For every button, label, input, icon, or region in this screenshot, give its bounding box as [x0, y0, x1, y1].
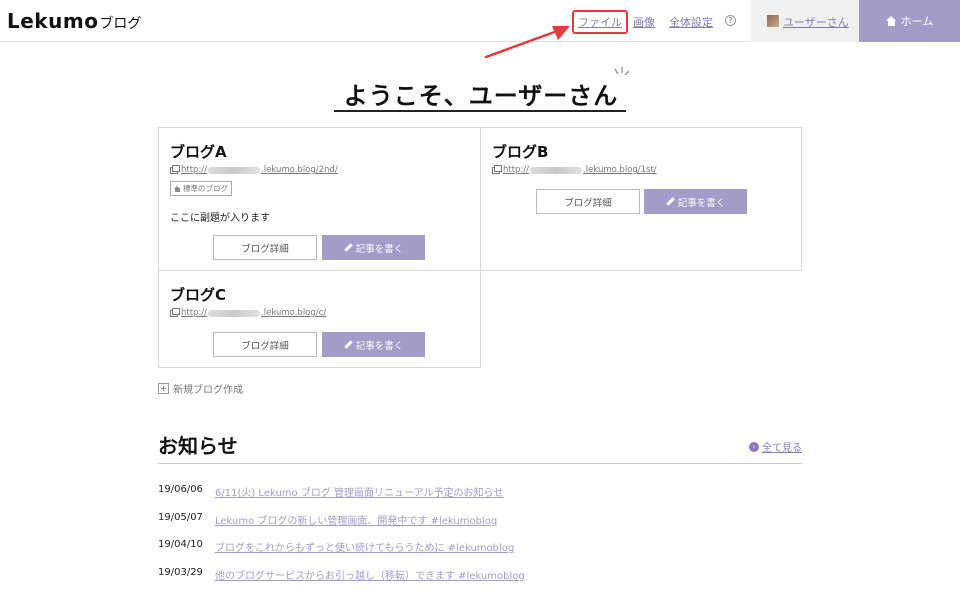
blurred-subdomain — [530, 166, 583, 174]
news-item: 19/03/29 他のブログサービスからお引っ越し（移転）できます #lekum… — [158, 567, 525, 582]
news-title-link[interactable]: ブログをこれからもずっと使い続けてもらうために #lekumoblog — [215, 539, 514, 554]
write-post-button[interactable]: 記事を書く — [322, 332, 425, 357]
home-label: ホーム — [900, 15, 934, 28]
blog-detail-button[interactable]: ブログ詳細 — [536, 189, 640, 214]
blog-title: ブログB — [492, 143, 549, 161]
logo-brand: Lekumo — [7, 9, 99, 33]
write-post-button[interactable]: 記事を書く — [644, 189, 747, 214]
news-date: 19/03/29 — [158, 567, 203, 578]
write-post-button[interactable]: 記事を書く — [322, 235, 425, 260]
logo-sub: ブログ — [99, 16, 142, 32]
new-blog-link[interactable]: 新規ブログ作成 — [158, 381, 243, 396]
logo[interactable]: Lekumoブログ — [7, 9, 141, 33]
blog-detail-button[interactable]: ブログ詳細 — [213, 332, 317, 357]
plus-icon — [158, 383, 169, 394]
home-button[interactable]: ホーム — [859, 0, 960, 42]
news-date: 19/04/10 — [158, 539, 203, 550]
annotation-arrow-icon — [484, 26, 570, 59]
window-icon — [170, 164, 180, 174]
blog-card-b: ブログB http://.lekumo.blog/1st/ ブログ詳細 記事を書… — [480, 127, 802, 271]
news-date: 19/05/07 — [158, 512, 203, 523]
blurred-subdomain — [208, 309, 261, 317]
news-date: 19/06/06 — [158, 484, 203, 495]
nav-settings-link[interactable]: 全体設定 — [669, 14, 713, 30]
news-item: 19/05/07 Lekumo ブログの新しい管理画面、開発中です #lekum… — [158, 512, 497, 527]
blog-title: ブログC — [170, 286, 227, 304]
nav-file-link[interactable]: ファイル — [572, 10, 628, 34]
pencil-icon — [665, 197, 675, 206]
user-menu[interactable]: ユーザーさん — [751, 0, 859, 42]
news-title-link[interactable]: 他のブログサービスからお引っ越し（移転）できます #lekumoblog — [215, 567, 525, 582]
view-all-link[interactable]: › 全て見る — [749, 439, 802, 454]
blog-card-a: ブログA http://.lekumo.blog/2nd/ 標準のブログ ここに… — [158, 127, 481, 271]
welcome-heading: ようこそ、ユーザーさん — [343, 82, 619, 110]
news-item: 19/06/06 6/11(火) Lekumo ブログ 管理画面リニューアル予定… — [158, 484, 503, 499]
news-item: 19/04/10 ブログをこれからもずっと使い続けてもらうために #lekumo… — [158, 539, 514, 554]
blog-url[interactable]: http://.lekumo.blog/1st/ — [492, 164, 657, 175]
home-icon — [885, 16, 897, 26]
sparkle-icon — [614, 67, 630, 76]
arrow-right-icon: › — [749, 441, 759, 452]
welcome-underline — [334, 110, 626, 112]
news-heading: お知らせ — [158, 434, 238, 458]
window-icon — [492, 164, 502, 174]
news-title-link[interactable]: 6/11(火) Lekumo ブログ 管理画面リニューアル予定のお知らせ — [215, 484, 503, 499]
blurred-subdomain — [208, 166, 261, 174]
home-icon — [174, 185, 181, 192]
blog-subtitle: ここに副題が入ります — [170, 213, 270, 224]
blog-url[interactable]: http://.lekumo.blog/2nd/ — [170, 164, 338, 175]
blog-url[interactable]: http://.lekumo.blog/c/ — [170, 307, 326, 318]
default-blog-badge: 標準のブログ — [170, 181, 232, 196]
user-name-link[interactable]: ユーザーさん — [783, 14, 849, 30]
blog-detail-button[interactable]: ブログ詳細 — [213, 235, 317, 260]
pencil-icon — [343, 243, 353, 252]
news-title-link[interactable]: Lekumo ブログの新しい管理画面、開発中です #lekumoblog — [215, 512, 497, 527]
avatar — [767, 15, 779, 27]
help-icon[interactable]: ? — [725, 15, 736, 26]
nav-images-link[interactable]: 画像 — [633, 14, 655, 30]
window-icon — [170, 307, 180, 317]
blog-card-c: ブログC http://.lekumo.blog/c/ ブログ詳細 記事を書く — [158, 270, 481, 368]
pencil-icon — [343, 340, 353, 349]
news-divider — [158, 463, 802, 464]
blog-title: ブログA — [170, 143, 227, 161]
